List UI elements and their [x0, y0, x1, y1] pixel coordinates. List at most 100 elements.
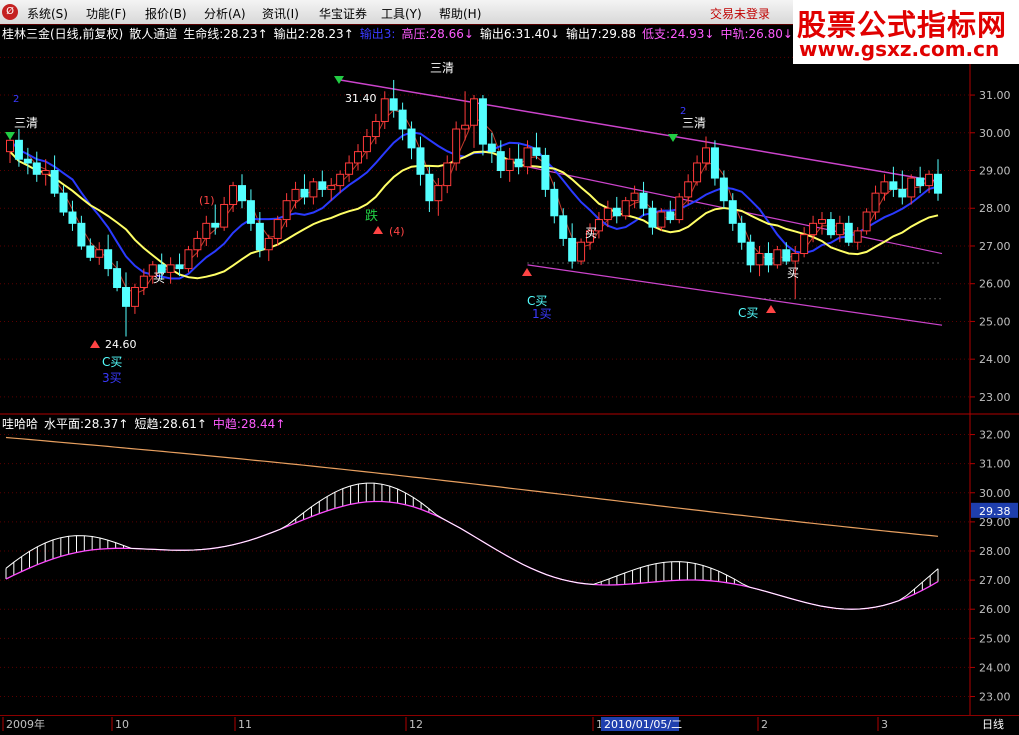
candle [871, 192, 880, 213]
candle [264, 237, 273, 251]
upper-tick-label: 29.00 [979, 165, 1011, 178]
lower-tick-label: 32.00 [979, 429, 1011, 442]
candle [273, 219, 282, 239]
legend-item: 中轨:26.80↓ [720, 26, 792, 41]
upper-tick-label: 30.00 [979, 127, 1011, 140]
lower-tick-label: 24.00 [979, 661, 1011, 674]
candle [835, 222, 844, 236]
candle [603, 207, 612, 221]
trade-login-status[interactable]: 交易未登录 [710, 5, 770, 22]
sanqing-label: 三清 [14, 116, 38, 130]
legend-item: 低支:24.93↓ [642, 27, 714, 41]
candle [282, 200, 291, 221]
legend-item: 生命线:28.23↑ [183, 26, 267, 41]
candle [568, 237, 577, 262]
candle [434, 185, 443, 202]
candle [86, 245, 95, 258]
stock-chart[interactable]: 三清2 31.40三清三清224.60C买3买买C买1买买跌(4)(1)买C买 3… [0, 24, 1019, 715]
chart-area[interactable]: 三清 2 31.40 三清 三清 2 24.60 C买 3买买 C买 1买买跌 (4) (1) 买 C买 3… [0, 24, 1019, 715]
lower-tick-label: 25.00 [979, 632, 1011, 645]
menu-info[interactable]: 资讯(I) [262, 5, 299, 22]
candle [291, 188, 300, 202]
legend-item: 高压:28.66↓ [401, 26, 473, 41]
candle [853, 230, 862, 243]
candle [925, 173, 934, 187]
candle [202, 222, 211, 239]
x-axis-label: 12 [409, 718, 423, 731]
candle [577, 241, 586, 262]
candle [362, 136, 371, 153]
candle [77, 222, 86, 247]
menu-system[interactable]: 系统(S) [27, 5, 68, 22]
candle [746, 241, 755, 266]
candle [380, 98, 389, 122]
c-buy-label: C买 [738, 306, 758, 320]
upper-tick-label: 26.00 [979, 278, 1011, 291]
candle [809, 222, 818, 236]
candle [336, 173, 345, 187]
candle [630, 192, 639, 202]
candle [800, 234, 809, 255]
signal-two-label: 2 [680, 106, 686, 117]
candle [550, 188, 559, 217]
lower-legend-item: 中趋:28.44↑ [213, 416, 285, 431]
chart-background [0, 24, 1019, 715]
candle [104, 249, 113, 270]
x-axis-label: 2 [761, 718, 768, 731]
menu-analysis[interactable]: 分析(A) [204, 5, 246, 22]
candle [68, 211, 77, 224]
menu-tools[interactable]: 工具(Y) [381, 5, 422, 22]
candle [398, 109, 407, 130]
menu-broker[interactable]: 华宝证券 [319, 5, 367, 22]
candle [32, 162, 41, 175]
candle [255, 222, 264, 251]
candle [166, 264, 175, 273]
candle [907, 177, 916, 198]
app-logo-icon[interactable]: Ø [2, 4, 18, 20]
one-buy-label: 1买 [532, 307, 552, 321]
candle [496, 151, 505, 172]
candle [318, 181, 327, 190]
candle [470, 98, 478, 126]
candle [889, 181, 898, 190]
candle [193, 237, 202, 251]
candle [309, 181, 318, 198]
lower-tick-label: 31.00 [979, 458, 1011, 471]
candle [523, 147, 532, 168]
indicator-name: 散人通道 [129, 26, 177, 41]
candle [14, 139, 23, 160]
x-axis-label: 10 [115, 718, 129, 731]
lower-tick-label: 27.00 [979, 574, 1011, 587]
mark-four-label: (4) [389, 225, 405, 238]
menu-help[interactable]: 帮助(H) [439, 5, 481, 22]
menu-function[interactable]: 功能(F) [86, 5, 126, 22]
legend-item: 输出3: [360, 26, 396, 41]
candle [639, 192, 648, 209]
upper-tick-label: 25.00 [979, 315, 1011, 328]
candle [461, 124, 470, 130]
candle [487, 143, 496, 153]
sanqing-label: 三清 [430, 61, 454, 75]
candle [719, 177, 728, 202]
candle [443, 162, 452, 187]
candle [122, 286, 130, 307]
x-axis-label: 3 [881, 718, 888, 731]
c-buy-label: C买 [102, 355, 122, 369]
legend-item: 输出6:31.40↓ [480, 26, 560, 41]
candle [229, 185, 238, 205]
candle [327, 185, 336, 190]
candle [782, 249, 791, 262]
candle [50, 170, 59, 194]
upper-tick-label: 31.00 [979, 89, 1011, 102]
cursor-date-label: 2010/01/05/二 [604, 718, 682, 731]
lower-legend-item: 水平面:28.37↑ [44, 417, 128, 431]
lower-tick-label: 28.00 [979, 545, 1011, 558]
current-price-label: 29.38 [979, 505, 1011, 518]
candle [246, 200, 255, 224]
upper-tick-label: 27.00 [979, 240, 1011, 253]
candle [844, 222, 853, 243]
three-buy-label: 3买 [102, 371, 122, 385]
candle [737, 222, 746, 243]
buy-label: 买 [787, 266, 799, 280]
menu-quote[interactable]: 报价(B) [145, 5, 187, 22]
